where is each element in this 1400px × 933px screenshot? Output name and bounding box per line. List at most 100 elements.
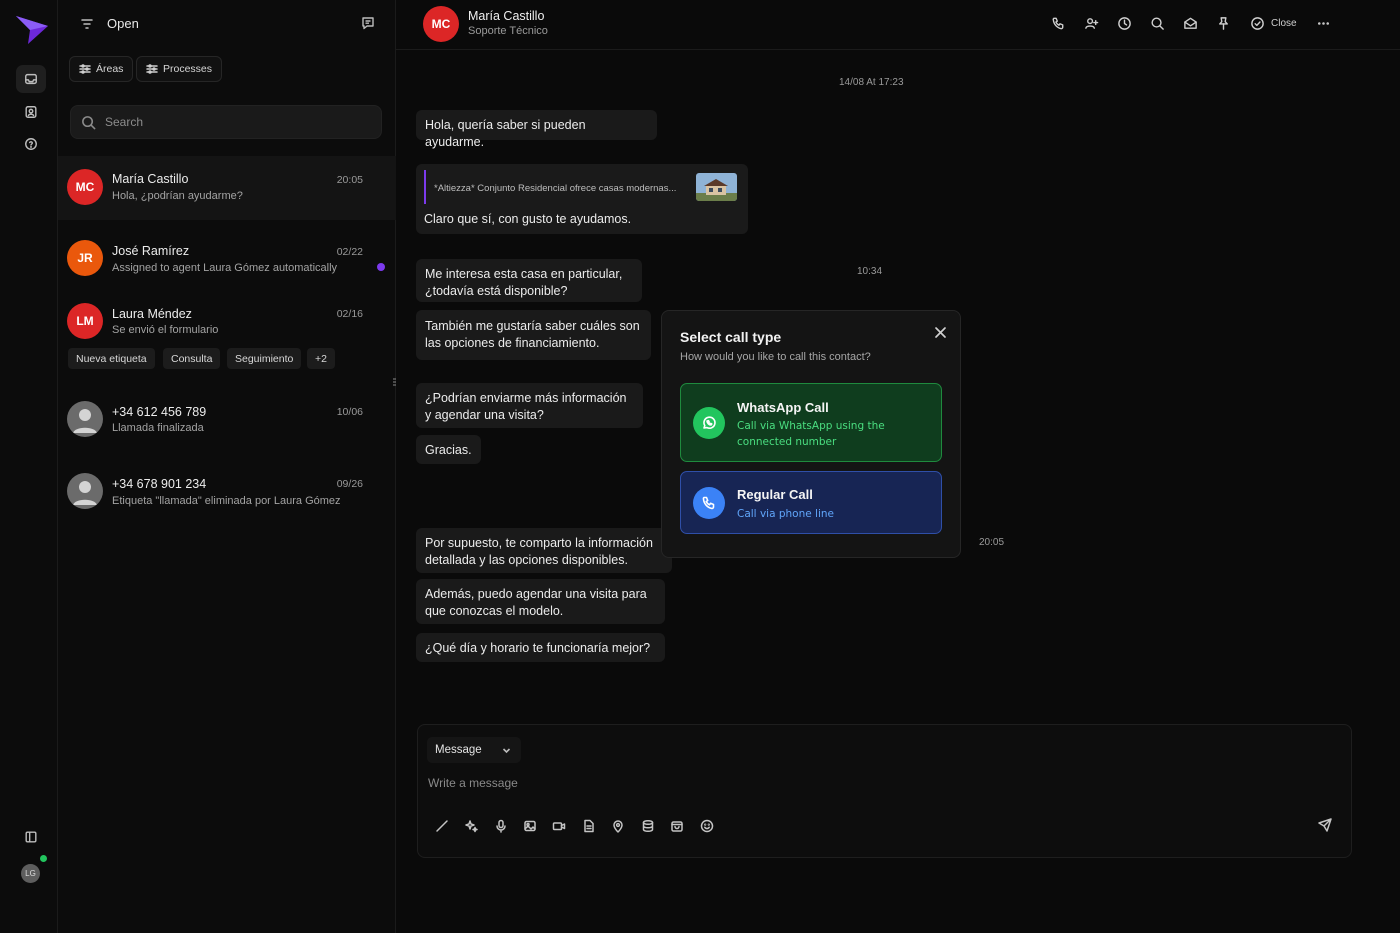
new-chat-icon[interactable]	[361, 16, 375, 30]
contact-name: +34 612 456 789	[112, 405, 207, 419]
user-avatar[interactable]: LG	[21, 864, 40, 883]
conversation-date: 02/22	[336, 246, 363, 258]
search-input[interactable]	[105, 115, 365, 129]
last-message-preview: Se envió el formulario	[112, 324, 219, 336]
image-button[interactable]	[523, 819, 537, 833]
video-icon	[552, 822, 566, 831]
conversation-item[interactable]: +34 678 901 234 09/26 Etiqueta "llamada"…	[58, 462, 396, 522]
close-icon	[935, 327, 946, 338]
message-bubble: Me interesa esta casa en particular, ¿to…	[416, 259, 642, 302]
conversation-item[interactable]: LM Laura Méndez 02/16 Se envió el formul…	[58, 292, 396, 378]
history-button[interactable]	[1117, 16, 1132, 31]
contact-name: Laura Méndez	[112, 307, 192, 321]
assign-agent-button[interactable]	[1084, 16, 1099, 31]
tag-list: Nueva etiqueta Consulta Seguimiento +2	[58, 348, 396, 369]
tag-chip[interactable]: Seguimiento	[227, 348, 302, 369]
shopping-bag-icon	[671, 821, 683, 832]
help-nav-button[interactable]	[16, 130, 46, 158]
chat-header: MC María Castillo Soporte Técnico Close	[396, 0, 1400, 50]
tag-chip[interactable]: Nueva etiqueta	[68, 348, 155, 369]
image-icon	[524, 820, 536, 832]
contact-avatar[interactable]: MC	[423, 6, 459, 42]
map-pin-icon	[613, 820, 623, 833]
send-button[interactable]	[1318, 818, 1334, 834]
message-bubble: Gracias.	[416, 435, 481, 464]
message-bubble: ¿Qué día y horario te funcionaría mejor?	[416, 633, 665, 662]
default-avatar-icon	[67, 401, 103, 437]
house-thumbnail	[696, 173, 737, 201]
option-description: Call via WhatsApp using the connected nu…	[737, 420, 885, 448]
sliders-icon	[79, 64, 91, 74]
last-message-preview: Hola, ¿podrían ayudarme?	[112, 190, 243, 202]
message-input[interactable]	[428, 774, 1308, 792]
whatsapp-call-option[interactable]: WhatsApp Call Call via WhatsApp using th…	[680, 383, 942, 462]
conversation-item[interactable]: +34 612 456 789 10/06 Llamada finalizada	[58, 390, 396, 450]
voice-note-button[interactable]	[494, 819, 508, 833]
option-description: Call via phone line	[737, 508, 834, 520]
microphone-icon	[496, 819, 506, 833]
document-icon	[584, 819, 594, 833]
search-chat-button[interactable]	[1150, 16, 1165, 31]
database-button[interactable]	[641, 819, 655, 833]
last-message-preview: Etiqueta "llamada" eliminada por Laura G…	[112, 495, 341, 507]
contacts-nav-button[interactable]	[16, 98, 46, 126]
online-status-dot	[40, 855, 47, 862]
conversation-item[interactable]: JR José Ramírez 02/22 Assigned to agent …	[58, 228, 396, 292]
signature-button[interactable]	[435, 819, 449, 833]
inbox-nav-button[interactable]	[16, 65, 46, 93]
tag-chip[interactable]: Consulta	[163, 348, 221, 369]
emoji-button[interactable]	[700, 819, 714, 833]
contact-name: +34 678 901 234	[112, 477, 207, 491]
message-time: 20:05	[979, 537, 1005, 548]
contact-avatar: LM	[67, 303, 103, 339]
mail-open-icon	[1184, 17, 1197, 29]
location-button[interactable]	[611, 819, 625, 833]
conversation-date: 10/06	[336, 406, 363, 418]
app-logo-icon[interactable]	[14, 12, 50, 46]
quoted-message[interactable]: *Altiezza* Conjunto Residencial ofrece c…	[424, 170, 737, 204]
processes-filter-label: Processes	[163, 63, 213, 75]
pen-line-icon	[436, 820, 448, 832]
more-tags-chip[interactable]: +2	[307, 348, 335, 369]
catalog-button[interactable]	[670, 819, 684, 833]
ai-assist-button[interactable]	[464, 819, 478, 833]
smile-icon	[700, 819, 714, 833]
call-button[interactable]	[1051, 16, 1066, 31]
database-icon	[642, 819, 654, 833]
contact-card-icon	[25, 106, 37, 118]
processes-filter-button[interactable]: Processes	[136, 56, 223, 82]
default-avatar-icon	[67, 473, 103, 509]
pin-button[interactable]	[1216, 16, 1231, 31]
quoted-message-text: *Altiezza* Conjunto Residencial ofrece c…	[434, 183, 677, 194]
close-conversation-button[interactable]: Close	[1250, 16, 1297, 31]
dialog-subtitle: How would you like to call this contact?	[680, 351, 871, 363]
contact-name: José Ramírez	[112, 244, 190, 258]
contact-name[interactable]: María Castillo	[468, 9, 544, 23]
conversation-date: 02/16	[336, 308, 363, 320]
pin-icon	[1219, 17, 1228, 30]
more-options-button[interactable]	[1316, 16, 1331, 31]
search-box	[70, 105, 382, 139]
conversation-list: Open Áreas Processes MC María Castillo 2…	[58, 0, 396, 933]
message-composer: Message	[417, 724, 1352, 858]
regular-call-option[interactable]: Regular Call Call via phone line	[680, 471, 942, 534]
filter-icon[interactable]	[80, 17, 94, 31]
message-type-select[interactable]: Message	[427, 737, 521, 763]
conversation-item[interactable]: MC María Castillo 20:05 Hola, ¿podrían a…	[58, 156, 396, 220]
conversation-list-header: Open	[58, 0, 396, 48]
inbox-status-title[interactable]: Open	[107, 16, 139, 31]
areas-filter-button[interactable]: Áreas	[69, 56, 134, 82]
message-time: 10:34	[857, 266, 883, 277]
document-button[interactable]	[582, 819, 596, 833]
contact-name: María Castillo	[112, 172, 189, 186]
close-dialog-button[interactable]	[934, 326, 947, 339]
contact-team: Soporte Técnico	[468, 25, 548, 37]
inbox-icon	[25, 73, 37, 85]
last-message-preview: Assigned to agent Laura Gómez automatica…	[112, 262, 338, 274]
video-button[interactable]	[552, 819, 566, 833]
mark-unread-button[interactable]	[1183, 16, 1198, 31]
search-icon	[1151, 17, 1164, 30]
toggle-sidebar-button[interactable]	[16, 823, 46, 851]
date-separator: 14/08 At 17:23	[839, 77, 904, 88]
check-circle-icon	[1251, 17, 1264, 30]
